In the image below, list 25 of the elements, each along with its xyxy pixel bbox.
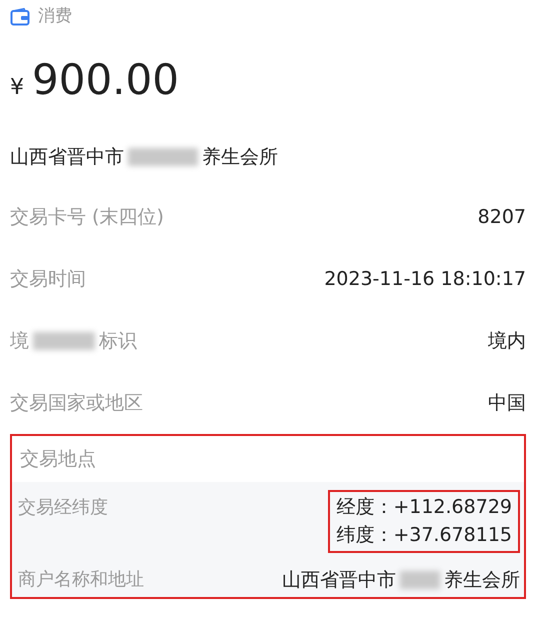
redaction-blur [400, 571, 440, 590]
text: 养生会所 [444, 568, 520, 593]
row-label: 交易经纬度 [18, 496, 108, 520]
row-value: 中国 [488, 390, 526, 416]
coordinate-text: 经度：+112.68729 [336, 495, 512, 520]
text: 境 [10, 328, 29, 354]
text: 山西省晋中市 [10, 144, 124, 170]
currency-symbol: ¥ [10, 74, 24, 102]
text: 标识 [99, 328, 137, 354]
amount-value: 900.00 [32, 54, 179, 106]
header-label: 消费 [38, 5, 72, 28]
text: 养生会所 [202, 144, 278, 170]
text: 山西省晋中市 [282, 568, 396, 593]
redaction-blur [128, 148, 198, 166]
text: 交易时间 [10, 266, 86, 292]
text: 交易国家或地区 [10, 390, 143, 416]
text: 交易卡号 (末四位) [10, 204, 164, 230]
section-title: 交易地点 [20, 446, 96, 472]
row-label: 商户名称和地址 [18, 568, 144, 592]
coordinate-text: 纬度：+37.678115 [336, 522, 512, 548]
row-value: 2023-11-16 18:10:17 [324, 266, 526, 292]
redaction-blur [33, 332, 95, 350]
row-value: 8207 [478, 204, 526, 230]
wallet-icon [10, 8, 30, 26]
row-value: 境内 [488, 328, 526, 354]
